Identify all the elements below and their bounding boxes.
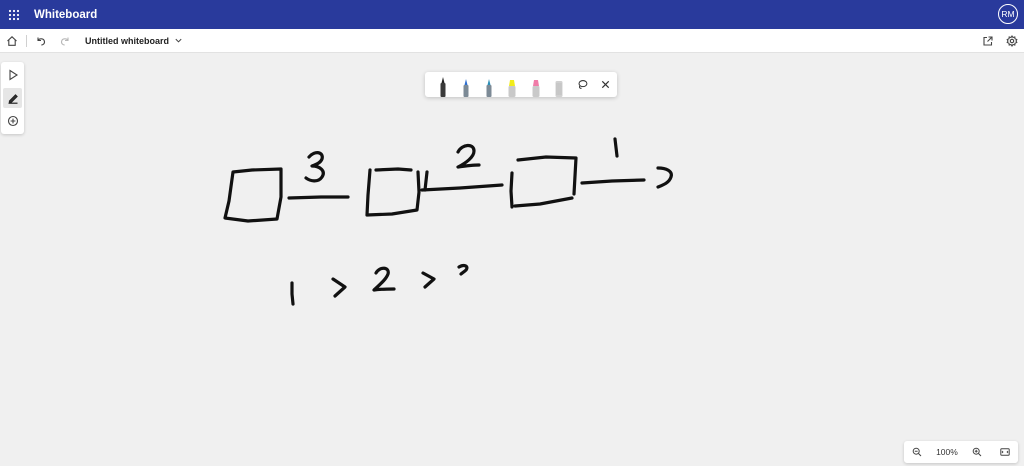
zoom-level[interactable]: 100%	[936, 447, 958, 457]
ink-box-3-top	[516, 155, 578, 196]
ink-connector-2	[420, 183, 504, 192]
blue-pen-icon	[463, 79, 469, 97]
fit-to-screen-icon	[1000, 448, 1010, 456]
lasso-button[interactable]	[571, 72, 594, 97]
zoom-controls: 100%	[904, 441, 1018, 463]
board-title-menu[interactable]: Untitled whiteboard	[85, 36, 183, 46]
yellow-highlighter-icon	[508, 80, 516, 97]
teal-pen-icon	[486, 79, 492, 97]
settings-button[interactable]	[1000, 29, 1024, 53]
close-ink-toolbar-button[interactable]	[594, 72, 617, 97]
share-icon	[983, 36, 993, 46]
app-launcher-button[interactable]	[0, 0, 28, 29]
waffle-icon	[8, 9, 20, 20]
ink-tool-button[interactable]	[3, 88, 22, 108]
add-button[interactable]	[3, 111, 22, 131]
redo-icon	[60, 37, 69, 46]
zoom-in-icon	[972, 447, 982, 457]
ink-digit-2-top	[456, 143, 481, 169]
zoom-in-button[interactable]	[968, 443, 986, 461]
ink-digit-1-top	[613, 137, 619, 158]
toolbar-divider	[26, 34, 27, 47]
redo-button[interactable]	[53, 29, 77, 53]
ink-box-3	[509, 171, 514, 209]
select-tool-button[interactable]	[3, 65, 22, 85]
ink-greater-than-1	[331, 277, 347, 298]
home-button[interactable]	[0, 29, 24, 53]
zoom-out-icon	[912, 447, 922, 457]
chevron-down-icon	[175, 38, 182, 43]
ink-connector-2-start	[423, 170, 429, 192]
black-pen[interactable]	[431, 72, 454, 97]
ink-digit-3-bottom	[457, 263, 469, 276]
undo-icon	[37, 37, 46, 46]
eraser[interactable]	[547, 72, 570, 97]
home-icon	[7, 35, 17, 46]
ink-connector-1	[287, 195, 350, 200]
select-icon	[8, 69, 18, 81]
settings-icon	[1006, 35, 1018, 47]
toolbar-right-group	[976, 29, 1024, 53]
black-pen-icon	[440, 77, 446, 97]
avatar[interactable]: RM	[998, 4, 1018, 24]
close-icon	[601, 80, 610, 89]
whiteboard-canvas[interactable]	[0, 53, 1024, 466]
pink-highlighter[interactable]	[524, 72, 547, 97]
ink-greater-than-2	[421, 271, 436, 289]
lasso-icon	[578, 80, 588, 89]
ink-icon	[8, 94, 18, 104]
share-button[interactable]	[976, 29, 1000, 53]
blue-pen[interactable]	[454, 72, 477, 97]
app-title: Whiteboard	[34, 8, 98, 21]
ink-digit-3	[304, 151, 325, 183]
command-toolbar: Untitled whiteboard	[0, 29, 1024, 53]
ink-box-2	[365, 168, 421, 217]
zoom-out-button[interactable]	[908, 443, 926, 461]
left-tool-rail	[1, 62, 24, 134]
title-bar: Whiteboard RM	[0, 0, 1024, 29]
teal-pen[interactable]	[478, 72, 501, 97]
ink-digit-2-bottom	[372, 266, 396, 292]
ink-arrow	[656, 166, 673, 189]
board-title: Untitled whiteboard	[85, 35, 169, 46]
add-icon	[7, 115, 18, 127]
undo-button[interactable]	[29, 29, 53, 53]
ink-digit-1-bottom	[290, 281, 295, 306]
pink-highlighter-icon	[532, 80, 540, 97]
ink-box-1	[223, 167, 283, 223]
fit-to-screen-button[interactable]	[996, 443, 1014, 461]
yellow-highlighter[interactable]	[501, 72, 524, 97]
ink-box-2-top	[374, 167, 413, 172]
eraser-icon	[555, 81, 563, 97]
ink-box-3-bottom	[513, 196, 574, 208]
ink-connector-3	[580, 178, 646, 185]
ink-toolbar	[425, 72, 617, 97]
